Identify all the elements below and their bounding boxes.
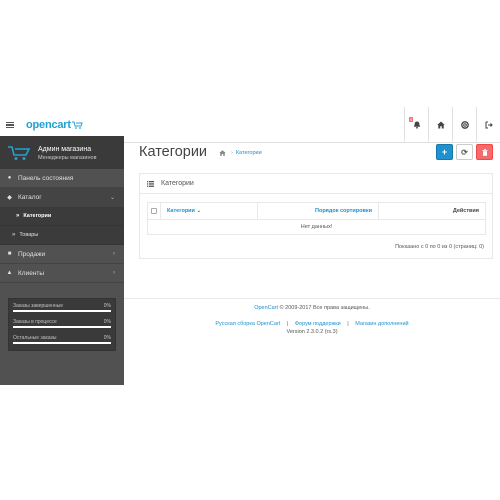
column-sort-label: Порядок сортировки xyxy=(315,208,372,214)
categories-table: Категории ⌄ Порядок сортировки Действия … xyxy=(147,202,486,235)
sidebar-item-label: Категории xyxy=(23,213,52,219)
double-chevron-icon: » xyxy=(12,232,16,238)
stat-label: Заказы завершенные xyxy=(13,303,64,309)
breadcrumb-separator: › xyxy=(231,150,233,156)
table-header-row: Категории ⌄ Порядок сортировки Действия xyxy=(147,202,486,220)
footer-version: Version 2.3.0.2 (rs.3) xyxy=(286,329,338,335)
sidebar-item-catalog[interactable]: ◆ Каталог ⌄ xyxy=(0,188,124,207)
rebuild-button[interactable]: ⟳ xyxy=(456,144,473,160)
stat-completed: Заказы завершенные 0% xyxy=(12,301,112,317)
stat-value: 0% xyxy=(103,319,111,325)
column-name[interactable]: Категории ⌄ xyxy=(160,202,258,220)
footer-link-forum[interactable]: Форум поддержки xyxy=(295,321,341,327)
page: opencart 5 Админ магазина Менеджеры мага… xyxy=(0,0,500,500)
sidebar-item-label: Каталог xyxy=(18,193,42,201)
home-icon xyxy=(436,121,445,129)
sidebar-item-products[interactable]: » Товары xyxy=(0,226,124,245)
home-button[interactable] xyxy=(428,107,452,143)
categories-panel: Категории Категории ⌄ Порядок сортировки… xyxy=(139,173,493,259)
logo[interactable]: opencart xyxy=(26,117,83,133)
list-icon xyxy=(147,180,154,187)
table-row: Нет данных! xyxy=(147,219,486,235)
sort-caret-icon: ⌄ xyxy=(196,208,202,214)
stat-value: 0% xyxy=(103,335,111,341)
order-stats: Заказы завершенные 0% Заказы в процессе … xyxy=(8,298,116,351)
delete-button[interactable] xyxy=(476,144,493,160)
plus-icon: + xyxy=(441,147,448,157)
dashboard-icon: ● xyxy=(7,175,12,181)
stat-label: Остальные заказы xyxy=(13,335,57,341)
notification-badge: 5 xyxy=(409,117,414,122)
stat-label: Заказы в процессе xyxy=(13,319,57,325)
logout-button[interactable] xyxy=(476,107,500,143)
bell-icon xyxy=(413,121,420,129)
chevron-down-icon: ⌄ xyxy=(109,195,115,201)
home-icon[interactable] xyxy=(219,150,226,156)
trash-icon xyxy=(482,148,487,156)
column-sort-order[interactable]: Порядок сортировки xyxy=(257,202,379,220)
stat-processing: Заказы в процессе 0% xyxy=(12,317,112,333)
footer-separator: | xyxy=(347,321,349,327)
footer-brand-link[interactable]: OpenCart xyxy=(254,305,278,311)
sidebar-item-label: Товары xyxy=(19,232,39,238)
select-all-cell xyxy=(147,202,161,220)
breadcrumb-link[interactable]: Категории xyxy=(236,150,262,156)
sidebar-item-sales[interactable]: ■ Продажи › xyxy=(0,245,124,264)
store-cart-icon xyxy=(8,146,31,160)
header-icons: 5 xyxy=(404,107,500,143)
sidebar-item-label: Продажи xyxy=(18,250,46,258)
footer-divider xyxy=(124,298,500,299)
pagination-info: Показано с 0 по 0 из 0 (страниц: 0) xyxy=(395,244,484,250)
sidebar-item-label: Панель состояния xyxy=(18,174,74,182)
user-icon: ▲ xyxy=(6,270,13,276)
add-button[interactable]: + xyxy=(436,144,453,160)
logo-text: opencart xyxy=(26,119,71,131)
tag-icon: ◆ xyxy=(7,194,12,201)
empty-message: Нет данных! xyxy=(147,219,486,235)
profile-name: Админ магазина xyxy=(38,146,92,153)
sidebar-item-dashboard[interactable]: ● Панель состояния xyxy=(0,169,124,188)
panel-title: Категории xyxy=(161,180,194,187)
footer-copyright-text: © 2009-2017 Все права защищены. xyxy=(279,305,370,311)
menu-icon[interactable] xyxy=(6,122,14,129)
panel-heading: Категории xyxy=(140,174,492,194)
select-all-checkbox[interactable] xyxy=(151,208,157,214)
profile-role: Менеджеры магазинов xyxy=(38,155,97,161)
breadcrumb: › Категории xyxy=(219,150,262,156)
user-profile[interactable]: Админ магазина Менеджеры магазинов xyxy=(0,136,124,169)
stat-value: 0% xyxy=(103,303,111,309)
progress-bar xyxy=(13,310,111,312)
stat-other: Остальные заказы 0% xyxy=(12,333,112,349)
help-button[interactable] xyxy=(452,107,476,143)
column-action: Действия xyxy=(378,202,486,220)
refresh-icon: ⟳ xyxy=(461,147,468,157)
column-name-label: Категории xyxy=(167,208,195,214)
notifications-button[interactable]: 5 xyxy=(404,107,428,143)
column-action-label: Действия xyxy=(452,208,479,214)
page-title: Категории xyxy=(139,144,208,160)
footer-link-russian-build[interactable]: Русская сборка OpenCart xyxy=(215,321,280,327)
footer-copyright: OpenCart © 2009-2017 Все права защищены. xyxy=(124,305,500,311)
sidebar-item-categories[interactable]: » Категории xyxy=(0,207,124,226)
cart-logo-icon xyxy=(71,121,83,129)
progress-bar xyxy=(13,326,111,328)
footer-links: Русская сборка OpenCart | Форум поддержк… xyxy=(124,321,500,327)
life-ring-icon xyxy=(460,121,469,129)
double-chevron-icon: » xyxy=(16,213,20,219)
sidebar-item-customers[interactable]: ▲ Клиенты › xyxy=(0,264,124,283)
sign-out-icon xyxy=(485,121,493,129)
chevron-right-icon: › xyxy=(113,270,115,276)
footer-link-extensions[interactable]: Магазин дополнений xyxy=(355,321,408,327)
sidebar-item-label: Клиенты xyxy=(18,269,45,277)
footer-separator: | xyxy=(286,321,289,327)
cart-icon: ■ xyxy=(7,251,12,257)
chevron-right-icon: › xyxy=(113,251,115,257)
progress-bar xyxy=(13,342,111,344)
sidebar: Админ магазина Менеджеры магазинов ● Пан… xyxy=(0,136,124,385)
